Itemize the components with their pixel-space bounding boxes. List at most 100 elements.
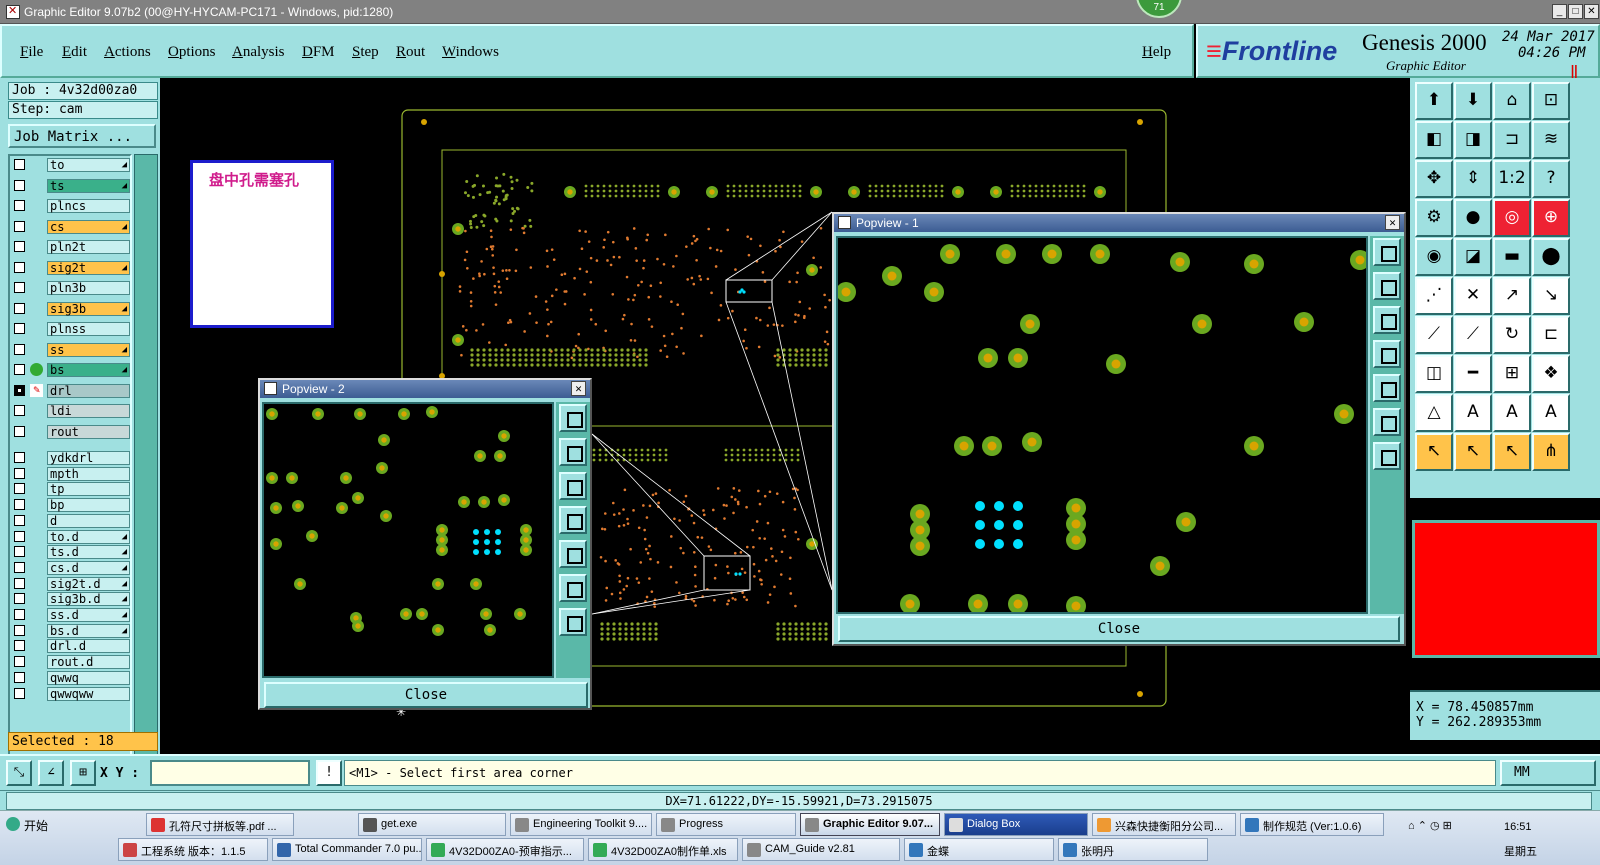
layer-affected-checkbox[interactable]	[14, 220, 25, 232]
text-b-icon[interactable]: A	[1493, 394, 1531, 432]
popview-1-titlebar[interactable]: Popview - 1	[834, 214, 1404, 232]
layer-affected-checkbox[interactable]	[14, 467, 25, 479]
menu-actions[interactable]: Actions	[104, 44, 151, 61]
zoom-box-icon[interactable]: ⊐	[1493, 121, 1531, 159]
layer-affected-checkbox[interactable]	[14, 561, 25, 573]
close-button[interactable]: ✕	[1584, 4, 1599, 19]
layer-affected-checkbox[interactable]	[14, 640, 25, 652]
layer-row[interactable]: sig2t ◢	[12, 260, 130, 276]
layer-row[interactable]: qwwq	[12, 670, 130, 686]
triangle-icon[interactable]: △	[1415, 394, 1453, 432]
task-company[interactable]: 兴森快捷衡阳分公司...	[1092, 813, 1236, 836]
menu-help[interactable]: Help	[1142, 44, 1171, 61]
down-icon[interactable]: ⬇	[1454, 82, 1492, 120]
task-progress[interactable]: Progress	[656, 813, 796, 836]
up-icon[interactable]: ⬆	[1415, 82, 1453, 120]
layer-affected-checkbox[interactable]	[14, 261, 25, 273]
layer-row[interactable]: cs ◢	[12, 219, 130, 235]
pointer3-icon[interactable]: ↖	[1493, 433, 1531, 471]
line-icon[interactable]: ⟋	[1415, 316, 1453, 354]
task-preview-doc[interactable]: 4V32D00ZA0-预审指示...	[426, 838, 584, 861]
layer-name[interactable]: cs ◢	[47, 219, 130, 234]
layer-row[interactable]: bs.d ◢	[12, 623, 130, 639]
layer-affected-checkbox[interactable]	[14, 343, 25, 355]
layer-affected-checkbox[interactable]	[14, 624, 25, 636]
task-cam-guide[interactable]: CAM_Guide v2.81	[742, 838, 900, 861]
scale-icon[interactable]: 1:2	[1493, 160, 1531, 198]
popview-1-close-button[interactable]: Close	[838, 616, 1400, 642]
snap-icon[interactable]: ⤡	[6, 760, 32, 786]
notification-badge[interactable]: 71	[1136, 0, 1182, 18]
layer-name[interactable]: qwwq	[47, 670, 130, 685]
group-icon[interactable]: ❖	[1532, 355, 1570, 393]
flip-icon[interactable]: ⇕	[1454, 160, 1492, 198]
layer-row[interactable]: sig3b ◢	[12, 301, 130, 317]
menu-step[interactable]: Step	[352, 44, 379, 61]
units-selector[interactable]: MM	[1500, 760, 1596, 786]
select-icon[interactable]: ◫	[1415, 355, 1453, 393]
layer-name[interactable]: ydkdrl	[47, 451, 130, 465]
segment-icon[interactable]: ━	[1454, 355, 1492, 393]
layer-row[interactable]: ldi	[12, 404, 130, 419]
menu-rout[interactable]: Rout	[396, 44, 425, 61]
fit-icon[interactable]: ✥	[1415, 160, 1453, 198]
layer-name[interactable]: drl.d	[47, 639, 130, 654]
cut-icon[interactable]: ✕	[1454, 277, 1492, 315]
pv-zoom-icon[interactable]	[1373, 238, 1401, 266]
layer-affected-checkbox[interactable]	[14, 514, 25, 526]
task-user[interactable]: 张明丹	[1058, 838, 1208, 861]
layer-row[interactable]: sig2t.d ◢	[12, 576, 130, 592]
layer-affected-checkbox[interactable]	[14, 200, 25, 211]
pv-pan-left-icon[interactable]	[1373, 340, 1401, 368]
layer-row[interactable]: rout.d	[12, 655, 130, 670]
left-icon[interactable]: ◧	[1415, 121, 1453, 159]
layer-row[interactable]: sig3b.d ◢	[12, 592, 130, 607]
pv-pan-left-icon[interactable]	[559, 506, 587, 534]
system-tray-icons[interactable]: ⌂ ⌃ ◷ ⊞	[1408, 819, 1452, 832]
layer-affected-checkbox[interactable]	[14, 530, 25, 542]
net-icon[interactable]: ⋰	[1415, 277, 1453, 315]
pv-pan-right-icon[interactable]	[559, 540, 587, 568]
menu-options[interactable]: Options	[168, 44, 216, 61]
stripe-icon[interactable]: ≋	[1532, 121, 1570, 159]
menu-dfm[interactable]: DFM	[302, 44, 335, 61]
layer-name[interactable]: cs.d ◢	[47, 560, 130, 575]
angle-icon[interactable]: ∠	[38, 760, 64, 786]
layer-row[interactable]: ydkdrl	[12, 451, 130, 466]
layer-affected-checkbox[interactable]	[14, 499, 25, 511]
task-spec[interactable]: 制作规范 (Ver:1.0.6)	[1240, 813, 1384, 836]
pv-zoom-in-icon[interactable]	[1373, 408, 1401, 436]
layer-name[interactable]: plnss	[47, 322, 130, 336]
layer-affected-checkbox[interactable]	[14, 687, 25, 699]
layer-row[interactable]: to ◢	[12, 158, 130, 173]
help-icon[interactable]: ?	[1532, 160, 1570, 198]
layer-name[interactable]: ss ◢	[47, 342, 130, 357]
ruler-icon[interactable]: ▬	[1493, 238, 1531, 276]
fill-icon[interactable]: ⬤	[1532, 238, 1570, 276]
menu-windows[interactable]: Windows	[442, 44, 499, 61]
pv-zoom-in-icon[interactable]	[559, 574, 587, 602]
layer-affected-checkbox[interactable]	[14, 384, 25, 396]
layer-affected-checkbox[interactable]	[14, 593, 25, 605]
popview-2-canvas[interactable]	[262, 402, 554, 678]
popview-1-close-x[interactable]: ✕	[1385, 215, 1400, 230]
job-matrix-button[interactable]: Job Matrix ...	[8, 124, 156, 148]
pointer-icon[interactable]: ↖	[1415, 433, 1453, 471]
layer-row[interactable]: pln2t	[12, 240, 130, 255]
home-icon[interactable]: ⌂	[1493, 82, 1531, 120]
popview-1-canvas[interactable]	[836, 236, 1368, 614]
xy-input[interactable]	[150, 760, 310, 786]
layer-row[interactable]: ss ◢	[12, 342, 130, 358]
task-engineering-toolkit[interactable]: Engineering Toolkit 9....	[510, 813, 652, 836]
pv-pan-up-icon[interactable]	[1373, 272, 1401, 300]
task-kingdee[interactable]: 金蝶	[904, 838, 1054, 861]
pointer2-icon[interactable]: ↖	[1454, 433, 1492, 471]
layer-name[interactable]: mpth	[47, 466, 130, 481]
layer-name[interactable]: rout	[47, 424, 130, 439]
task-xls[interactable]: 4V32D00ZA0制作单.xls	[588, 838, 738, 861]
popview-2-titlebar[interactable]: Popview - 2	[260, 380, 590, 398]
task-engineering-system[interactable]: 工程系统 版本：1.1.5	[118, 838, 268, 861]
line2-icon[interactable]: ⟋	[1454, 316, 1492, 354]
layer-name[interactable]: ts.d ◢	[47, 545, 130, 560]
layer-affected-checkbox[interactable]	[14, 323, 25, 334]
